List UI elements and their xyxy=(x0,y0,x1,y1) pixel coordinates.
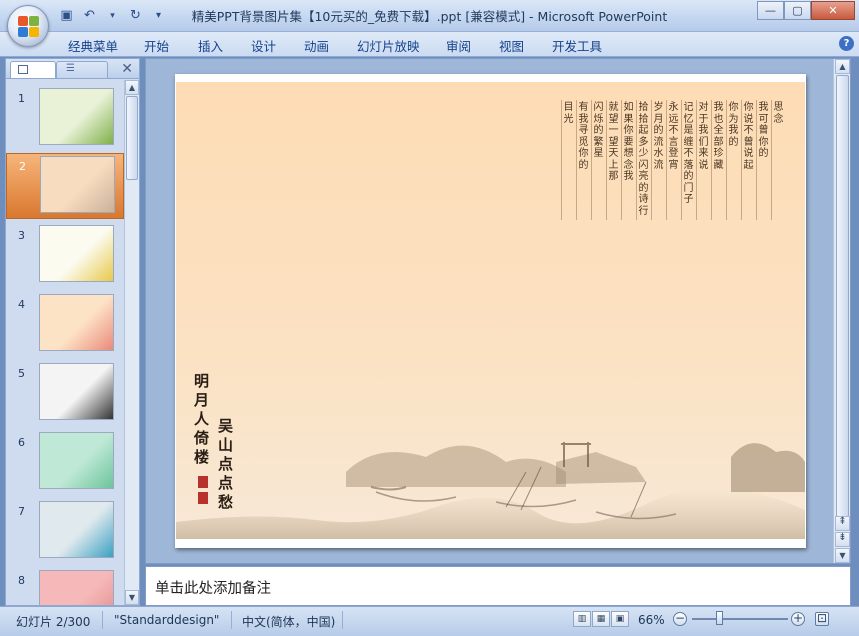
maximize-button[interactable]: ▢ xyxy=(784,1,811,20)
slides-tab-icon xyxy=(18,65,28,74)
minimize-button[interactable]: — xyxy=(757,1,784,20)
tab-developer[interactable]: 开发工具 xyxy=(552,36,602,55)
tab-slide-show[interactable]: 幻灯片放映 xyxy=(357,36,420,55)
scroll-up-icon[interactable]: ▲ xyxy=(835,59,850,74)
poem-text: 思念 我可曾你的 你说不曾说起 你为我的 我也全部珍藏 对于我们来说 记忆是缠不落的门子 永远… xyxy=(561,100,785,220)
slide-thumbnail-image xyxy=(39,88,114,145)
slide-thumbnail[interactable]: 7 xyxy=(6,499,124,565)
slide-thumbnail-image xyxy=(39,501,114,558)
tab-outline[interactable]: ☰ xyxy=(56,61,108,78)
slide-thumbnail-image xyxy=(39,432,114,489)
zoom-level[interactable]: 66% xyxy=(638,613,665,627)
slide-number: 1 xyxy=(18,92,25,105)
scroll-down-icon[interactable]: ▼ xyxy=(125,590,139,605)
zoom-in-icon[interactable]: + xyxy=(791,612,805,626)
slide-editor: 思念 我可曾你的 你说不曾说起 你为我的 我也全部珍藏 对于我们来说 记忆是缠不落的门子 永远… xyxy=(145,58,851,564)
slide-thumbnail[interactable]: 3 xyxy=(6,223,124,289)
help-icon[interactable]: ? xyxy=(839,36,854,51)
slide-sorter-icon[interactable]: ▦ xyxy=(592,611,610,627)
slides-pane-scrollbar[interactable]: ▲ ▼ xyxy=(124,80,139,605)
slides-pane: ☰ ✕ 1 2 3 4 5 6 7 8 ▲ ▼ xyxy=(5,58,140,606)
tab-home[interactable]: 开始 xyxy=(144,36,169,55)
slide-thumbnail[interactable]: 2 xyxy=(6,153,124,219)
notes-placeholder: 单击此处添加备注 xyxy=(155,581,271,597)
slide-number: 4 xyxy=(18,298,25,311)
poem-column: 你说不曾说起 xyxy=(741,100,755,220)
slide-number: 5 xyxy=(18,367,25,380)
fit-to-window-icon[interactable]: ⊡ xyxy=(815,612,829,626)
tab-insert[interactable]: 插入 xyxy=(198,36,223,55)
notes-pane[interactable]: 单击此处添加备注 xyxy=(145,566,851,606)
zoom-slider-knob[interactable] xyxy=(716,611,723,625)
next-slide-icon[interactable]: ⇟ xyxy=(835,532,850,547)
poem-column: 你为我的 xyxy=(726,100,740,220)
poem-column: 我可曾你的 xyxy=(756,100,770,220)
tab-classic-menu[interactable]: 经典菜单 xyxy=(68,36,118,55)
window-title: 精美PPT背景图片集【10元买的_免费下载】.ppt [兼容模式] - Micr… xyxy=(191,9,668,24)
slide-thumbnail[interactable]: 8 xyxy=(6,568,124,605)
slide-thumbnail-list: 1 2 3 4 5 6 7 8 xyxy=(6,80,124,605)
status-bar: 幻灯片 2/300 "Standarddesign" 中文(简体，中国) ▥ ▦… xyxy=(0,606,859,636)
poem-column: 我也全部珍藏 xyxy=(711,100,725,220)
language-indicator[interactable]: 中文(简体，中国) xyxy=(242,613,335,630)
scroll-up-icon[interactable]: ▲ xyxy=(125,80,139,95)
poem-column: 记忆是缠不落的门子 xyxy=(681,100,695,220)
slide-thumbnail[interactable]: 5 xyxy=(6,361,124,427)
normal-view-icon[interactable]: ▥ xyxy=(573,611,591,627)
outline-tab-icon: ☰ xyxy=(66,63,75,74)
poem-column: 对于我们来说 xyxy=(696,100,710,220)
slide-thumbnail-image xyxy=(39,225,114,282)
slide-thumbnail[interactable]: 1 xyxy=(6,86,124,152)
poem-column: 目光 xyxy=(561,100,575,220)
previous-slide-icon[interactable]: ⇞ xyxy=(835,516,850,531)
poem-column: 永远不言登宵 xyxy=(666,100,680,220)
slide-thumbnail-image xyxy=(39,294,114,351)
tab-slides[interactable] xyxy=(10,61,56,78)
close-pane-icon[interactable]: ✕ xyxy=(121,61,133,77)
tab-animations[interactable]: 动画 xyxy=(304,36,329,55)
scroll-thumb[interactable] xyxy=(836,75,849,517)
slide-counter: 幻灯片 2/300 xyxy=(16,615,91,629)
slide-number: 6 xyxy=(18,436,25,449)
zoom-out-icon[interactable]: − xyxy=(673,612,687,626)
status-divider xyxy=(231,611,232,629)
current-slide[interactable]: 思念 我可曾你的 你说不曾说起 你为我的 我也全部珍藏 对于我们来说 记忆是缠不落的门子 永远… xyxy=(175,74,806,548)
title-bar: ▣ ↶ ▾ ↻ ▾ 精美PPT背景图片集【10元买的_免费下载】.ppt [兼容… xyxy=(0,0,859,32)
tab-view[interactable]: 视图 xyxy=(499,36,524,55)
pane-tabs: ☰ ✕ xyxy=(6,59,139,79)
poem-column: 思念 xyxy=(771,100,785,220)
status-divider xyxy=(102,611,103,629)
slide-thumbnail-image xyxy=(39,363,114,420)
poem-column: 岁月的流水流 xyxy=(651,100,665,220)
theme-name: "Standarddesign" xyxy=(114,613,220,627)
office-button[interactable] xyxy=(7,5,49,47)
poem-column: 闪烁的繁星 xyxy=(591,100,605,220)
poem-column: 拾拾起多少闪亮的诗行 xyxy=(636,100,650,220)
tab-review[interactable]: 审阅 xyxy=(446,36,471,55)
slide-thumbnail[interactable]: 6 xyxy=(6,430,124,496)
poem-column: 如果你要想念我 xyxy=(621,100,635,220)
office-logo-icon xyxy=(18,16,40,38)
slide-thumbnail-image xyxy=(39,570,114,605)
slide-number: 3 xyxy=(18,229,25,242)
slide-number: 8 xyxy=(18,574,25,587)
poem-column: 有我寻觅你的 xyxy=(576,100,590,220)
slide-thumbnail-image xyxy=(40,156,115,213)
editor-scrollbar[interactable]: ▲ ⇞ ⇟ ▼ xyxy=(833,59,850,563)
close-button[interactable]: ✕ xyxy=(811,1,855,20)
status-divider xyxy=(342,611,343,629)
zoom-slider[interactable] xyxy=(692,618,788,620)
scroll-down-icon[interactable]: ▼ xyxy=(835,548,850,563)
window-controls: — ▢ ✕ xyxy=(757,1,855,20)
slide-thumbnail[interactable]: 4 xyxy=(6,292,124,358)
slide-show-icon[interactable]: ▣ xyxy=(611,611,629,627)
scroll-thumb[interactable] xyxy=(126,96,138,180)
slide-background: 思念 我可曾你的 你说不曾说起 你为我的 我也全部珍藏 对于我们来说 记忆是缠不落的门子 永远… xyxy=(176,82,805,539)
ribbon-tab-bar: 经典菜单 开始 插入 设计 动画 幻灯片放映 审阅 视图 开发工具 ? xyxy=(0,32,859,57)
poem-column: 就望一望天上那 xyxy=(606,100,620,220)
landscape-painting xyxy=(176,442,805,539)
slide-number: 7 xyxy=(18,505,25,518)
slide-number: 2 xyxy=(19,160,26,173)
tab-design[interactable]: 设计 xyxy=(251,36,276,55)
